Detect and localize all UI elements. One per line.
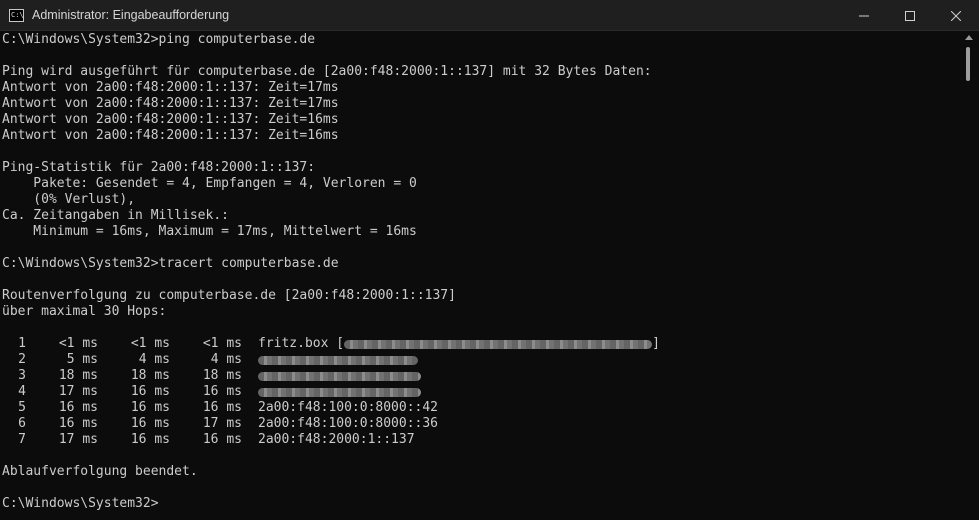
console-output[interactable]: C:\Windows\System32>ping computerbase.de… xyxy=(2,32,962,518)
console-line: (0% Verlust), xyxy=(2,192,136,207)
window-title: Administrator: Eingabeaufforderung xyxy=(32,8,230,22)
console-line: über maximal 30 Hops: xyxy=(2,304,167,319)
scroll-up-arrow-icon[interactable] xyxy=(965,35,973,40)
hop-time-3: 16 ms xyxy=(202,384,242,399)
hop-time-2: 18 ms xyxy=(130,368,170,383)
hop-time-2: 4 ms xyxy=(138,352,170,367)
console-line: Minimum = 16ms, Maximum = 17ms, Mittelwe… xyxy=(2,224,417,239)
tracert-hop-row: 4 17 ms 16 ms 16 ms xyxy=(2,384,962,400)
cmd-app-icon: C:\ xyxy=(9,8,24,22)
console-line: Pakete: Gesendet = 4, Empfangen = 4, Ver… xyxy=(2,176,417,191)
minimize-button[interactable] xyxy=(841,0,887,31)
maximize-button[interactable] xyxy=(887,0,933,31)
console-line: C:\Windows\System32>tracert computerbase… xyxy=(2,256,339,271)
close-icon xyxy=(951,10,961,21)
hop-host xyxy=(258,352,418,368)
maximize-icon xyxy=(905,10,915,21)
hop-time-1: 18 ms xyxy=(58,368,98,383)
close-button[interactable] xyxy=(933,0,979,31)
hop-time-2: 16 ms xyxy=(130,400,170,415)
hop-time-1: 17 ms xyxy=(58,432,98,447)
title-bar[interactable]: C:\ Administrator: Eingabeaufforderung xyxy=(0,0,979,31)
hop-time-3: 18 ms xyxy=(202,368,242,383)
console-line: Antwort von 2a00:f48:2000:1::137: Zeit=1… xyxy=(2,128,339,143)
tracert-hop-row: 2 5 ms 4 ms 4 ms xyxy=(2,352,962,368)
hop-time-2: 16 ms xyxy=(130,416,170,431)
hop-time-1: 5 ms xyxy=(66,352,98,367)
tracert-hop-row: 1 <1 ms <1 ms <1 ms fritz.box [] xyxy=(2,336,962,352)
console-line: Antwort von 2a00:f48:2000:1::137: Zeit=1… xyxy=(2,80,339,95)
hop-time-2: 16 ms xyxy=(130,384,170,399)
console-line: Routenverfolgung zu computerbase.de [2a0… xyxy=(2,288,456,303)
console-line: Antwort von 2a00:f48:2000:1::137: Zeit=1… xyxy=(2,112,339,127)
hop-number: 7 xyxy=(18,432,26,447)
console-line: Ca. Zeitangaben in Millisek.: xyxy=(2,208,229,223)
hop-number: 1 xyxy=(18,336,26,351)
hop-time-3: 16 ms xyxy=(202,400,242,415)
tracert-hop-row: 7 17 ms 16 ms 16 ms 2a00:f48:2000:1::137 xyxy=(2,432,962,448)
tracert-hop-row: 6 16 ms 16 ms 17 ms 2a00:f48:100:0:8000::36 xyxy=(2,416,962,432)
hop-host: 2a00:f48:2000:1::137 xyxy=(258,432,415,448)
hop-host-text: 2a00:f48:100:0:8000::42 xyxy=(258,400,439,415)
hop-number: 5 xyxy=(18,400,26,415)
hop-time-2: 16 ms xyxy=(130,432,170,447)
console-line: Ablaufverfolgung beendet. xyxy=(2,464,198,479)
hop-time-1: 16 ms xyxy=(58,416,98,431)
hop-number: 4 xyxy=(18,384,26,399)
hop-host: 2a00:f48:100:0:8000::42 xyxy=(258,400,438,416)
console-line: Antwort von 2a00:f48:2000:1::137: Zeit=1… xyxy=(2,96,339,111)
hop-number: 2 xyxy=(18,352,26,367)
hop-time-2: <1 ms xyxy=(130,336,170,351)
hop-host-end: ] xyxy=(652,336,660,351)
hop-host xyxy=(258,384,421,400)
hop-time-1: <1 ms xyxy=(58,336,98,351)
redacted-address xyxy=(258,387,421,397)
console-line: Ping-Statistik für 2a00:f48:2000:1::137: xyxy=(2,160,316,175)
hop-time-3: 4 ms xyxy=(210,352,242,367)
hop-host: 2a00:f48:100:0:8000::36 xyxy=(258,416,438,432)
console-line: C:\Windows\System32>ping computerbase.de xyxy=(2,32,316,47)
console-line: C:\Windows\System32> xyxy=(2,496,159,511)
hop-time-3: 16 ms xyxy=(202,432,242,447)
tracert-hop-row: 5 16 ms 16 ms 16 ms 2a00:f48:100:0:8000::42 xyxy=(2,400,962,416)
hop-time-3: <1 ms xyxy=(202,336,242,351)
hop-time-1: 16 ms xyxy=(58,400,98,415)
vertical-scrollbar[interactable] xyxy=(963,33,973,518)
redacted-address xyxy=(258,371,421,381)
hop-host-text: 2a00:f48:2000:1::137 xyxy=(258,432,415,447)
redacted-address xyxy=(344,339,653,349)
scroll-thumb[interactable] xyxy=(966,47,970,81)
hop-host: fritz.box [] xyxy=(258,336,660,352)
hop-host-text: 2a00:f48:100:0:8000::36 xyxy=(258,416,439,431)
tracert-hop-row: 3 18 ms 18 ms 18 ms xyxy=(2,368,962,384)
hop-number: 6 xyxy=(18,416,26,431)
hop-number: 3 xyxy=(18,368,26,383)
console-line: Ping wird ausgeführt für computerbase.de… xyxy=(2,64,652,79)
redacted-address xyxy=(258,355,418,365)
hop-time-3: 17 ms xyxy=(202,416,242,431)
window-controls xyxy=(841,0,979,31)
hop-host xyxy=(258,368,421,384)
hop-time-1: 17 ms xyxy=(58,384,98,399)
minimize-icon xyxy=(859,15,869,16)
hop-host-text: fritz.box [ xyxy=(258,336,345,351)
